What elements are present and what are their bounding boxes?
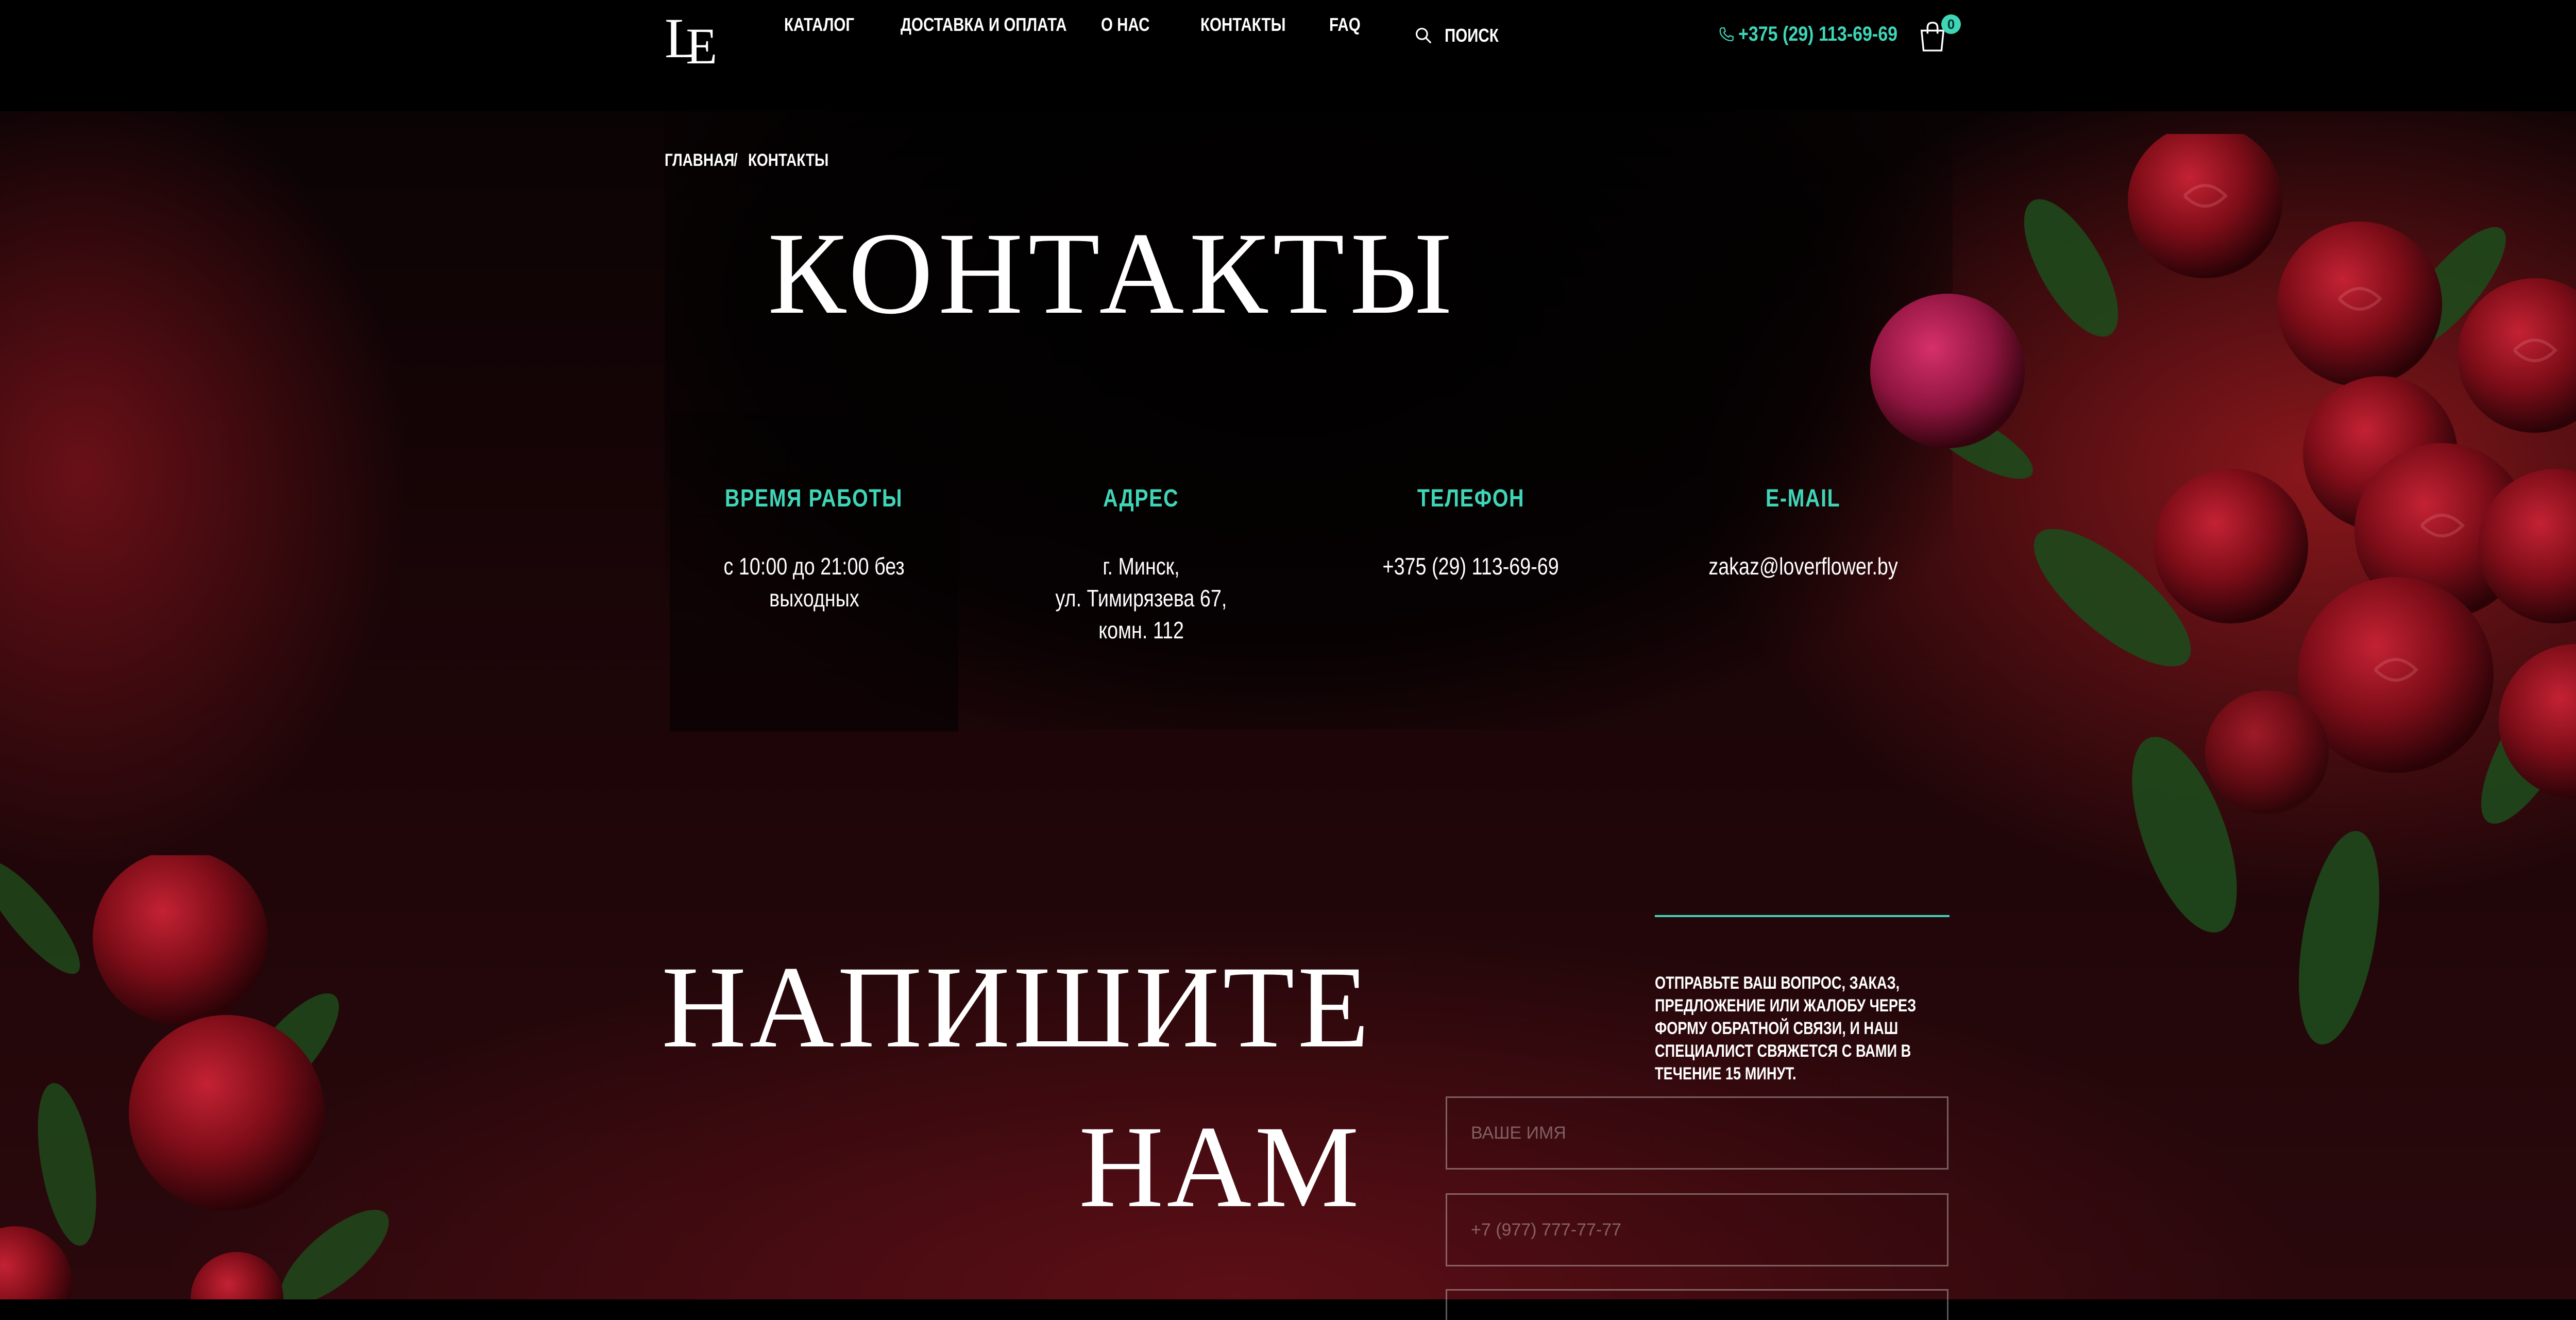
search-icon xyxy=(1415,27,1432,44)
search-button[interactable]: ПОИСК xyxy=(1414,25,1511,46)
breadcrumb-current: КОНТАКТЫ xyxy=(748,150,829,170)
info-hours: ВРЕМЯ РАБОТЫ с 10:00 до 21:00 без выходны… xyxy=(670,412,958,732)
breadcrumb-home[interactable]: ГЛАВНАЯ xyxy=(665,150,734,171)
write-us-title: НАПИШИТЕ НАМ xyxy=(662,927,1372,1247)
nav-item-faq[interactable]: FAQ xyxy=(1329,14,1361,36)
write-us-title-line2: НАМ xyxy=(1078,1102,1362,1232)
form-description: ОТПРАВЬТЕ ВАШ ВОПРОС, ЗАКАЗ, ПРЕДЛОЖЕНИЕ… xyxy=(1655,973,1917,1084)
phone-field[interactable] xyxy=(1446,1193,1948,1266)
info-phone: ТЕЛЕФОН +375 (29) 113-69-69 xyxy=(1324,412,1618,732)
site-header: LE КАТАЛОГ ДОСТАВКА И ОПЛАТА О НАС КОНТА… xyxy=(0,0,2576,111)
nav-item-contacts[interactable]: КОНТАКТЫ xyxy=(1200,14,1285,36)
logo[interactable]: LE xyxy=(665,7,717,75)
roses-decoration-left xyxy=(0,855,389,1299)
phone-input[interactable] xyxy=(1447,1195,1947,1265)
nav-item-about[interactable]: О НАС xyxy=(1101,14,1149,36)
info-hours-heading: ВРЕМЯ РАБОТЫ xyxy=(725,485,903,512)
breadcrumb-separator: / xyxy=(734,150,738,170)
breadcrumb: ГЛАВНАЯ / КОНТАКТЫ xyxy=(665,150,828,171)
accent-divider xyxy=(1655,915,1950,917)
info-address-heading: АДРЕС xyxy=(1103,485,1179,512)
phone-icon xyxy=(1719,27,1734,41)
info-address: АДРЕС г. Минск, ул. Тимирязева 67, комн. 1… xyxy=(997,412,1285,732)
info-phone-heading: ТЕЛЕФОН xyxy=(1417,485,1525,512)
info-address-value: г. Минск, ул. Тимирязева 67, комн. 112 xyxy=(1055,553,1227,644)
nav-item-delivery[interactable]: ДОСТАВКА И ОПЛАТА xyxy=(901,14,1067,36)
name-input[interactable] xyxy=(1447,1098,1947,1168)
cart-button[interactable]: 0 xyxy=(1918,14,1961,52)
info-hours-value: с 10:00 до 21:00 без выходных xyxy=(723,553,905,612)
info-email: E-MAIL zakaz@loverflower.by xyxy=(1656,412,1950,732)
header-phone-number: +375 (29) 113-69-69 xyxy=(1738,23,1898,45)
info-phone-value[interactable]: +375 (29) 113-69-69 xyxy=(1324,550,1618,582)
header-phone-link[interactable]: +375 (29) 113-69-69 xyxy=(1718,23,1926,46)
message-field[interactable] xyxy=(1446,1289,1948,1320)
info-email-value[interactable]: zakaz@loverflower.by xyxy=(1656,550,1950,582)
write-us-title-line1: НАПИШИТЕ xyxy=(662,942,1372,1072)
nav-item-catalog[interactable]: КАТАЛОГ xyxy=(784,14,854,36)
name-field[interactable] xyxy=(1446,1096,1948,1170)
search-label: ПОИСК xyxy=(1445,25,1499,46)
page-title: КОНТАКТЫ xyxy=(768,209,1458,339)
info-email-heading: E-MAIL xyxy=(1766,485,1841,512)
cart-count-badge: 0 xyxy=(1941,14,1961,34)
